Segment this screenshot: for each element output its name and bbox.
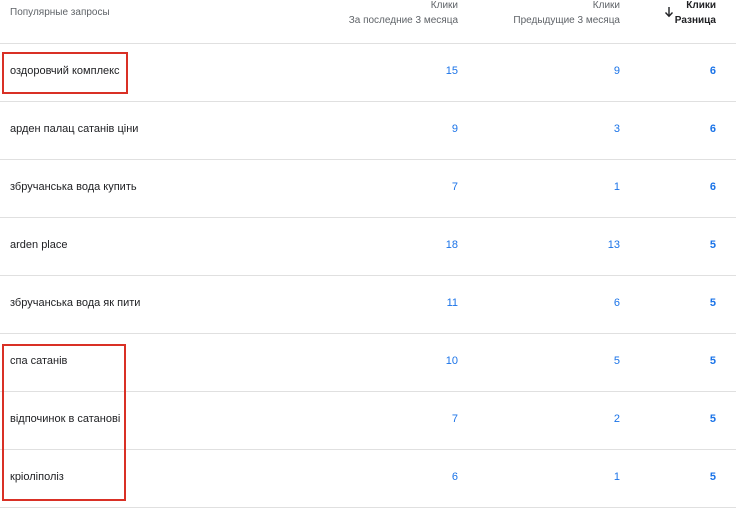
header-col1-title: Клики — [430, 0, 458, 11]
header-clicks-difference[interactable]: Клики Разница — [675, 0, 716, 28]
clicks-last-3-months: 7 — [451, 181, 458, 193]
clicks-difference: 6 — [709, 65, 716, 77]
clicks-previous-3-months: 5 — [613, 355, 620, 367]
clicks-difference: 6 — [709, 123, 716, 135]
clicks-last-3-months: 15 — [445, 65, 458, 77]
table-row[interactable]: збручанська вода купить 7 1 6 — [0, 160, 736, 218]
clicks-previous-3-months: 6 — [613, 297, 620, 309]
highlight-box-group — [2, 344, 126, 501]
clicks-last-3-months: 7 — [451, 413, 458, 425]
clicks-last-3-months: 6 — [451, 471, 458, 483]
table-row[interactable]: арден палац сатанів ціни 9 3 6 — [0, 102, 736, 160]
clicks-previous-3-months: 9 — [613, 65, 620, 77]
clicks-difference: 5 — [709, 297, 716, 309]
query-text[interactable]: arden place — [10, 239, 68, 251]
table-row[interactable]: arden place 18 13 5 — [0, 218, 736, 276]
clicks-difference: 5 — [709, 239, 716, 251]
arrow-down-icon[interactable] — [664, 6, 674, 18]
clicks-previous-3-months: 13 — [607, 239, 620, 251]
clicks-difference: 6 — [709, 181, 716, 193]
header-col2-title: Клики — [592, 0, 620, 11]
header-queries[interactable]: Популярные запросы — [10, 7, 110, 18]
clicks-last-3-months: 9 — [451, 123, 458, 135]
clicks-previous-3-months: 2 — [613, 413, 620, 425]
clicks-difference: 5 — [709, 413, 716, 425]
header-col2-subtitle: Предыдущие 3 месяца — [513, 15, 620, 26]
clicks-last-3-months: 10 — [445, 355, 458, 367]
table-row[interactable]: збручанська вода як пити 11 6 5 — [0, 276, 736, 334]
header-clicks-last-3-months[interactable]: Клики За последние 3 месяца — [349, 0, 458, 28]
table-header: Популярные запросы Клики За последние 3 … — [0, 0, 736, 44]
header-col1-subtitle: За последние 3 месяца — [348, 15, 458, 26]
header-col3-title: Клики — [686, 0, 716, 11]
clicks-last-3-months: 18 — [445, 239, 458, 251]
clicks-difference: 5 — [709, 355, 716, 367]
query-text[interactable]: збручанська вода як пити — [10, 297, 140, 309]
header-clicks-previous-3-months[interactable]: Клики Предыдущие 3 месяца — [513, 0, 620, 28]
clicks-previous-3-months: 3 — [613, 123, 620, 135]
query-text[interactable]: арден палац сатанів ціни — [10, 123, 138, 135]
clicks-previous-3-months: 1 — [613, 181, 620, 193]
clicks-difference: 5 — [709, 471, 716, 483]
query-text[interactable]: збручанська вода купить — [10, 181, 137, 193]
header-col3-subtitle: Разница — [674, 15, 716, 26]
highlight-box-single — [2, 52, 128, 94]
clicks-previous-3-months: 1 — [613, 471, 620, 483]
clicks-last-3-months: 11 — [446, 297, 458, 309]
